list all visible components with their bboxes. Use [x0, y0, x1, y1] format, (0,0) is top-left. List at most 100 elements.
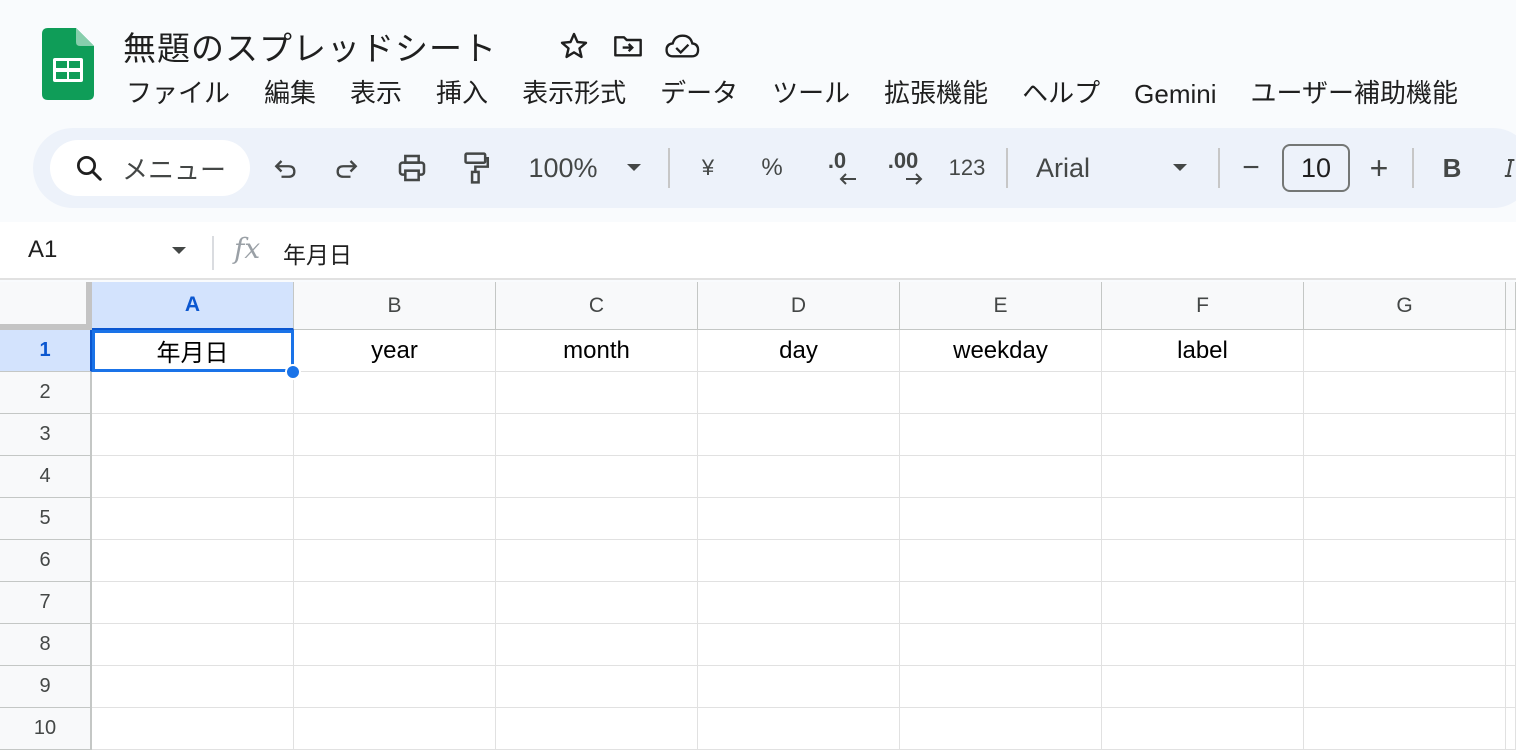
cell-f4[interactable] — [1102, 456, 1304, 498]
row-header-1[interactable]: 1 — [0, 330, 92, 372]
document-title[interactable]: 無題のスプレッドシート — [123, 22, 497, 70]
cell-h1[interactable] — [1506, 330, 1516, 372]
column-header-b[interactable]: B — [294, 282, 496, 330]
star-icon[interactable] — [556, 28, 592, 64]
cell-h10[interactable] — [1506, 708, 1516, 750]
paint-format-icon[interactable] — [456, 146, 496, 190]
cell-e5[interactable] — [900, 498, 1102, 540]
name-box-dropdown-icon[interactable] — [170, 244, 188, 262]
column-header-c[interactable]: C — [496, 282, 698, 330]
increase-font-size-button[interactable]: + — [1362, 146, 1396, 190]
cell-g9[interactable] — [1304, 666, 1506, 708]
cell-f1[interactable]: label — [1102, 330, 1304, 372]
menu-insert[interactable]: 挿入 — [436, 74, 488, 114]
cell-d1[interactable]: day — [698, 330, 900, 372]
row-header-5[interactable]: 5 — [0, 498, 92, 540]
cell-g2[interactable] — [1304, 372, 1506, 414]
cell-e2[interactable] — [900, 372, 1102, 414]
cell-c5[interactable] — [496, 498, 698, 540]
cloud-saved-icon[interactable] — [664, 28, 700, 64]
cell-h8[interactable] — [1506, 624, 1516, 666]
row-header-7[interactable]: 7 — [0, 582, 92, 624]
cell-e3[interactable] — [900, 414, 1102, 456]
cell-c1[interactable]: month — [496, 330, 698, 372]
cell-b2[interactable] — [294, 372, 496, 414]
cell-d2[interactable] — [698, 372, 900, 414]
menu-file[interactable]: ファイル — [126, 74, 230, 114]
redo-icon[interactable] — [328, 146, 366, 190]
cell-d6[interactable] — [698, 540, 900, 582]
cell-b10[interactable] — [294, 708, 496, 750]
row-header-4[interactable]: 4 — [0, 456, 92, 498]
cell-f7[interactable] — [1102, 582, 1304, 624]
cell-d4[interactable] — [698, 456, 900, 498]
cell-b7[interactable] — [294, 582, 496, 624]
row-header-9[interactable]: 9 — [0, 666, 92, 708]
menu-tools[interactable]: ツール — [772, 74, 850, 114]
column-header-e[interactable]: E — [900, 282, 1102, 330]
cell-a5[interactable] — [92, 498, 294, 540]
cell-a8[interactable] — [92, 624, 294, 666]
cell-e4[interactable] — [900, 456, 1102, 498]
menu-accessibility[interactable]: ユーザー補助機能 — [1251, 74, 1458, 114]
column-header-a[interactable]: A — [92, 282, 294, 330]
cell-b6[interactable] — [294, 540, 496, 582]
menu-edit[interactable]: 編集 — [264, 74, 316, 114]
cell-c4[interactable] — [496, 456, 698, 498]
cell-d3[interactable] — [698, 414, 900, 456]
menu-help[interactable]: ヘルプ — [1022, 74, 1100, 114]
menu-data[interactable]: データ — [660, 74, 738, 114]
cell-a9[interactable] — [92, 666, 294, 708]
move-folder-icon[interactable] — [610, 28, 646, 64]
cell-e8[interactable] — [900, 624, 1102, 666]
cell-b8[interactable] — [294, 624, 496, 666]
cell-a6[interactable] — [92, 540, 294, 582]
cell-d9[interactable] — [698, 666, 900, 708]
cell-b9[interactable] — [294, 666, 496, 708]
cell-b4[interactable] — [294, 456, 496, 498]
cell-b5[interactable] — [294, 498, 496, 540]
print-icon[interactable] — [392, 146, 432, 190]
cell-a7[interactable] — [92, 582, 294, 624]
cell-a10[interactable] — [92, 708, 294, 750]
cell-a3[interactable] — [92, 414, 294, 456]
fill-handle[interactable] — [285, 364, 301, 380]
cell-d5[interactable] — [698, 498, 900, 540]
cell-g4[interactable] — [1304, 456, 1506, 498]
row-header-2[interactable]: 2 — [0, 372, 92, 414]
menu-extensions[interactable]: 拡張機能 — [884, 74, 988, 114]
decrease-font-size-button[interactable]: − — [1234, 146, 1268, 190]
select-all-corner[interactable] — [0, 282, 92, 330]
cell-d10[interactable] — [698, 708, 900, 750]
cell-a1[interactable]: 年月日 — [92, 330, 294, 372]
cell-d8[interactable] — [698, 624, 900, 666]
cell-e10[interactable] — [900, 708, 1102, 750]
column-header-f[interactable]: F — [1102, 282, 1304, 330]
cell-a4[interactable] — [92, 456, 294, 498]
cell-b3[interactable] — [294, 414, 496, 456]
cell-h6[interactable] — [1506, 540, 1516, 582]
cell-a2[interactable] — [92, 372, 294, 414]
menu-gemini[interactable]: Gemini — [1134, 74, 1216, 114]
cell-g6[interactable] — [1304, 540, 1506, 582]
cell-f9[interactable] — [1102, 666, 1304, 708]
cell-f5[interactable] — [1102, 498, 1304, 540]
cell-f3[interactable] — [1102, 414, 1304, 456]
decrease-decimal-button[interactable]: .0 — [812, 146, 862, 190]
cell-g7[interactable] — [1304, 582, 1506, 624]
cell-f10[interactable] — [1102, 708, 1304, 750]
cell-c8[interactable] — [496, 624, 698, 666]
cell-c10[interactable] — [496, 708, 698, 750]
bold-button[interactable]: B — [1436, 146, 1468, 190]
cell-g1[interactable] — [1304, 330, 1506, 372]
sheets-logo-icon[interactable] — [42, 28, 94, 100]
cell-f6[interactable] — [1102, 540, 1304, 582]
row-header-6[interactable]: 6 — [0, 540, 92, 582]
row-header-8[interactable]: 8 — [0, 624, 92, 666]
font-size-input[interactable]: 10 — [1282, 144, 1350, 192]
cell-h5[interactable] — [1506, 498, 1516, 540]
increase-decimal-button[interactable]: .00 — [876, 146, 930, 190]
cell-f2[interactable] — [1102, 372, 1304, 414]
menu-format[interactable]: 表示形式 — [522, 74, 626, 114]
cell-h4[interactable] — [1506, 456, 1516, 498]
